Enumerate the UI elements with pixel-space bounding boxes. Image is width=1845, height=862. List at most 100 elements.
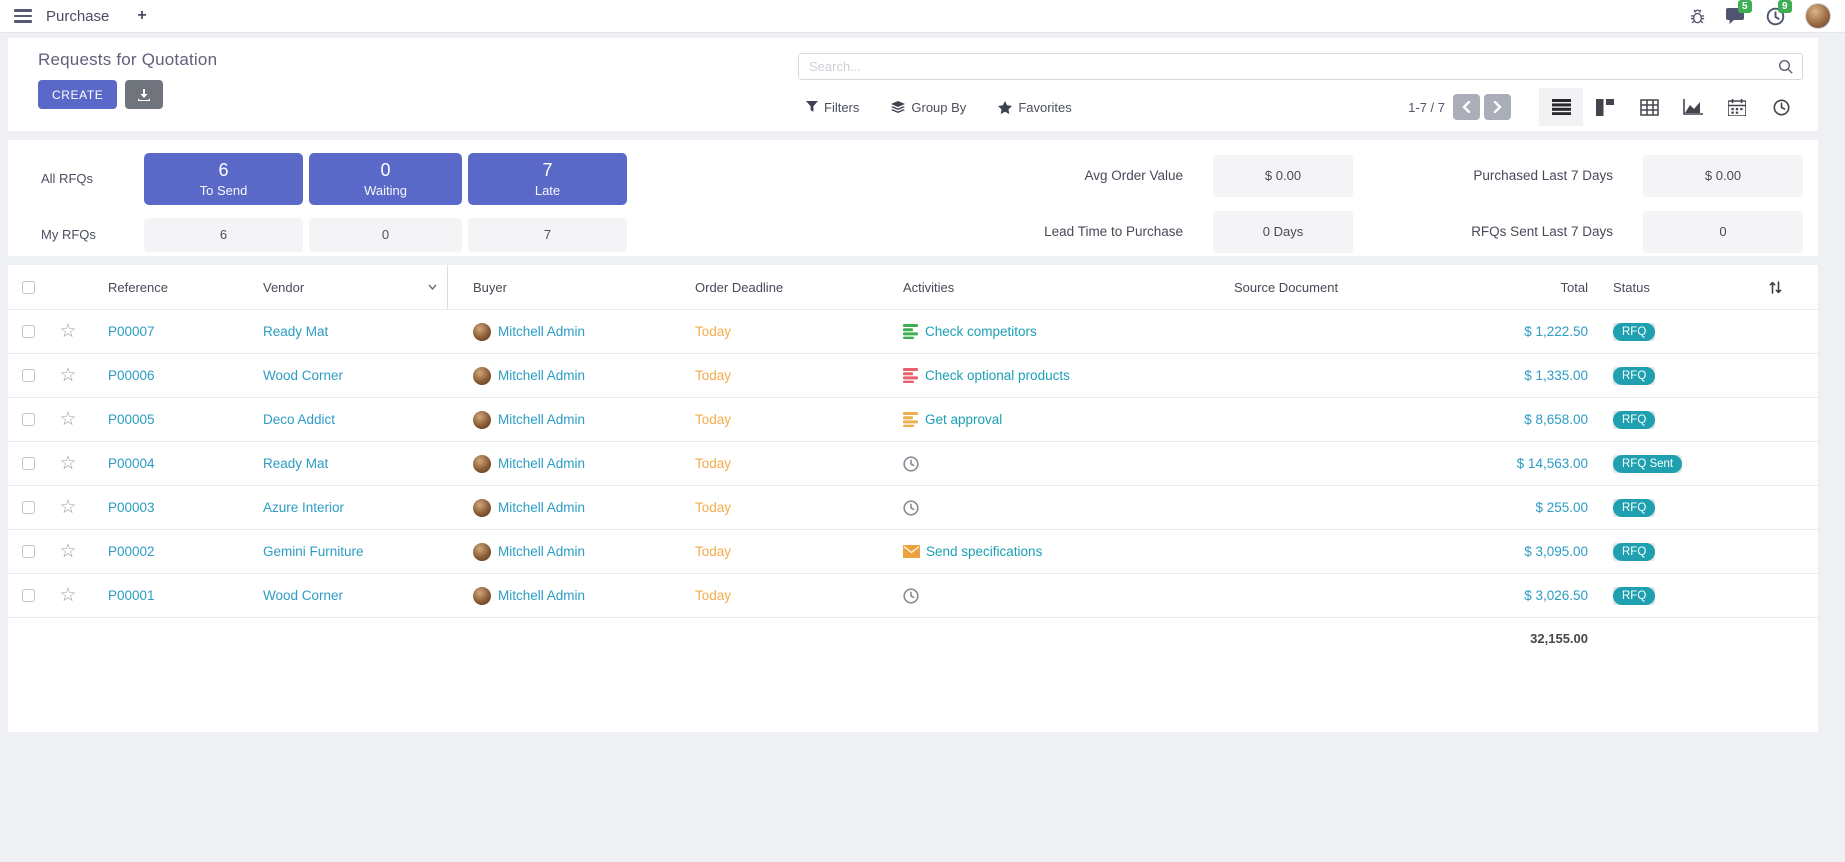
row-checkbox[interactable] <box>22 413 35 426</box>
table-row[interactable]: ☆ P00003 Azure Interior Mitchell Admin T… <box>8 485 1818 529</box>
reference-link[interactable]: P00006 <box>108 368 155 383</box>
vendor-link[interactable]: Ready Mat <box>263 456 328 471</box>
table-row[interactable]: ☆ P00004 Ready Mat Mitchell Admin Today … <box>8 441 1818 485</box>
buyer-link[interactable]: Mitchell Admin <box>498 588 585 603</box>
activity-cell[interactable]: Check competitors <box>878 310 1208 353</box>
favorite-star-icon[interactable]: ☆ <box>59 498 76 517</box>
buyer-link[interactable]: Mitchell Admin <box>498 324 585 339</box>
view-pivot-button[interactable] <box>1627 88 1671 126</box>
view-list-button[interactable] <box>1539 88 1583 126</box>
view-graph-button[interactable] <box>1671 88 1715 126</box>
vendor-link[interactable]: Gemini Furniture <box>263 544 364 559</box>
buyer-link[interactable]: Mitchell Admin <box>498 544 585 559</box>
header-buyer[interactable]: Buyer <box>448 265 673 309</box>
select-all-checkbox[interactable] <box>22 281 35 294</box>
row-checkbox[interactable] <box>22 501 35 514</box>
activity-cell[interactable]: Get approval <box>878 398 1208 441</box>
activity-cell[interactable]: Send specifications <box>878 530 1208 573</box>
header-vendor[interactable]: Vendor <box>243 265 448 309</box>
activity-clock-icon[interactable] <box>903 456 919 472</box>
app-name[interactable]: Purchase <box>46 8 109 25</box>
header-order-deadline[interactable]: Order Deadline <box>673 265 878 309</box>
favorite-star-icon[interactable]: ☆ <box>59 542 76 561</box>
pager-prev-button[interactable] <box>1453 94 1480 120</box>
create-button[interactable]: CREATE <box>38 80 117 109</box>
export-button[interactable] <box>125 80 163 109</box>
favorite-star-icon[interactable]: ☆ <box>59 322 76 341</box>
buyer-link[interactable]: Mitchell Admin <box>498 456 585 471</box>
table-row[interactable]: ☆ P00006 Wood Corner Mitchell Admin Toda… <box>8 353 1818 397</box>
header-status[interactable]: Status <box>1593 265 1733 309</box>
header-reference[interactable]: Reference <box>88 265 243 309</box>
search-input[interactable] <box>799 54 1778 79</box>
activity-cell[interactable]: Check optional products <box>878 354 1208 397</box>
activity-envelope-icon[interactable] <box>903 545 920 558</box>
debug-bug-icon[interactable] <box>1689 8 1706 25</box>
activity-list-icon[interactable] <box>903 324 919 339</box>
favorites-button[interactable]: Favorites <box>990 96 1079 119</box>
activity-cell[interactable] <box>878 574 1208 617</box>
vendor-link[interactable]: Deco Addict <box>263 412 335 427</box>
table-row[interactable]: ☆ P00002 Gemini Furniture Mitchell Admin… <box>8 529 1818 573</box>
apps-menu-icon[interactable] <box>14 9 32 23</box>
activity-label[interactable]: Check competitors <box>925 324 1037 339</box>
row-checkbox[interactable] <box>22 545 35 558</box>
activity-list-icon[interactable] <box>903 368 919 383</box>
pager-next-button[interactable] <box>1484 94 1511 120</box>
favorite-star-icon[interactable]: ☆ <box>59 366 76 385</box>
reference-link[interactable]: P00001 <box>108 588 155 603</box>
reference-link[interactable]: P00007 <box>108 324 155 339</box>
reference-link[interactable]: P00003 <box>108 500 155 515</box>
activity-label[interactable]: Send specifications <box>926 544 1042 559</box>
add-tab-button[interactable]: + <box>137 7 146 25</box>
header-total[interactable]: Total <box>1428 265 1593 309</box>
buyer-link[interactable]: Mitchell Admin <box>498 412 585 427</box>
row-checkbox[interactable] <box>22 589 35 602</box>
group-by-button[interactable]: Group By <box>883 96 974 119</box>
favorite-star-icon[interactable]: ☆ <box>59 586 76 605</box>
row-checkbox[interactable] <box>22 457 35 470</box>
header-activities[interactable]: Activities <box>878 265 1208 309</box>
favorite-star-icon[interactable]: ☆ <box>59 410 76 429</box>
view-kanban-button[interactable] <box>1583 88 1627 126</box>
search-icon[interactable] <box>1778 59 1802 75</box>
header-source-document[interactable]: Source Document <box>1208 265 1428 309</box>
user-avatar[interactable] <box>1805 3 1831 29</box>
reference-link[interactable]: P00002 <box>108 544 155 559</box>
vendor-link[interactable]: Wood Corner <box>263 588 343 603</box>
table-row[interactable]: ☆ P00001 Wood Corner Mitchell Admin Toda… <box>8 573 1818 617</box>
activity-label[interactable]: Get approval <box>925 412 1002 427</box>
search-box[interactable] <box>798 53 1803 80</box>
activity-clock-icon[interactable] <box>903 500 919 516</box>
optional-columns-icon[interactable] <box>1768 280 1783 295</box>
stat-waiting-button[interactable]: 0Waiting <box>309 153 462 205</box>
reference-link[interactable]: P00004 <box>108 456 155 471</box>
order-deadline-value: Today <box>695 500 731 515</box>
view-activity-button[interactable] <box>1759 88 1803 126</box>
activity-clock-icon[interactable] <box>903 588 919 604</box>
row-checkbox[interactable] <box>22 369 35 382</box>
activities-icon[interactable]: 9 <box>1766 7 1785 26</box>
table-row[interactable]: ☆ P00007 Ready Mat Mitchell Admin Today … <box>8 309 1818 353</box>
vendor-link[interactable]: Azure Interior <box>263 500 344 515</box>
buyer-link[interactable]: Mitchell Admin <box>498 368 585 383</box>
my-waiting-box[interactable]: 0 <box>309 218 462 252</box>
vendor-link[interactable]: Wood Corner <box>263 368 343 383</box>
buyer-link[interactable]: Mitchell Admin <box>498 500 585 515</box>
stat-to-send-button[interactable]: 6To Send <box>144 153 303 205</box>
activity-cell[interactable] <box>878 442 1208 485</box>
favorite-star-icon[interactable]: ☆ <box>59 454 76 473</box>
activity-label[interactable]: Check optional products <box>925 368 1070 383</box>
activity-list-icon[interactable] <box>903 412 919 427</box>
reference-link[interactable]: P00005 <box>108 412 155 427</box>
table-row[interactable]: ☆ P00005 Deco Addict Mitchell Admin Toda… <box>8 397 1818 441</box>
filters-button[interactable]: Filters <box>798 96 867 119</box>
stat-late-button[interactable]: 7Late <box>468 153 627 205</box>
activity-cell[interactable] <box>878 486 1208 529</box>
vendor-link[interactable]: Ready Mat <box>263 324 328 339</box>
view-calendar-button[interactable] <box>1715 88 1759 126</box>
my-to-send-box[interactable]: 6 <box>144 218 303 252</box>
my-late-box[interactable]: 7 <box>468 218 627 252</box>
row-checkbox[interactable] <box>22 325 35 338</box>
messages-icon[interactable]: 5 <box>1726 7 1746 25</box>
